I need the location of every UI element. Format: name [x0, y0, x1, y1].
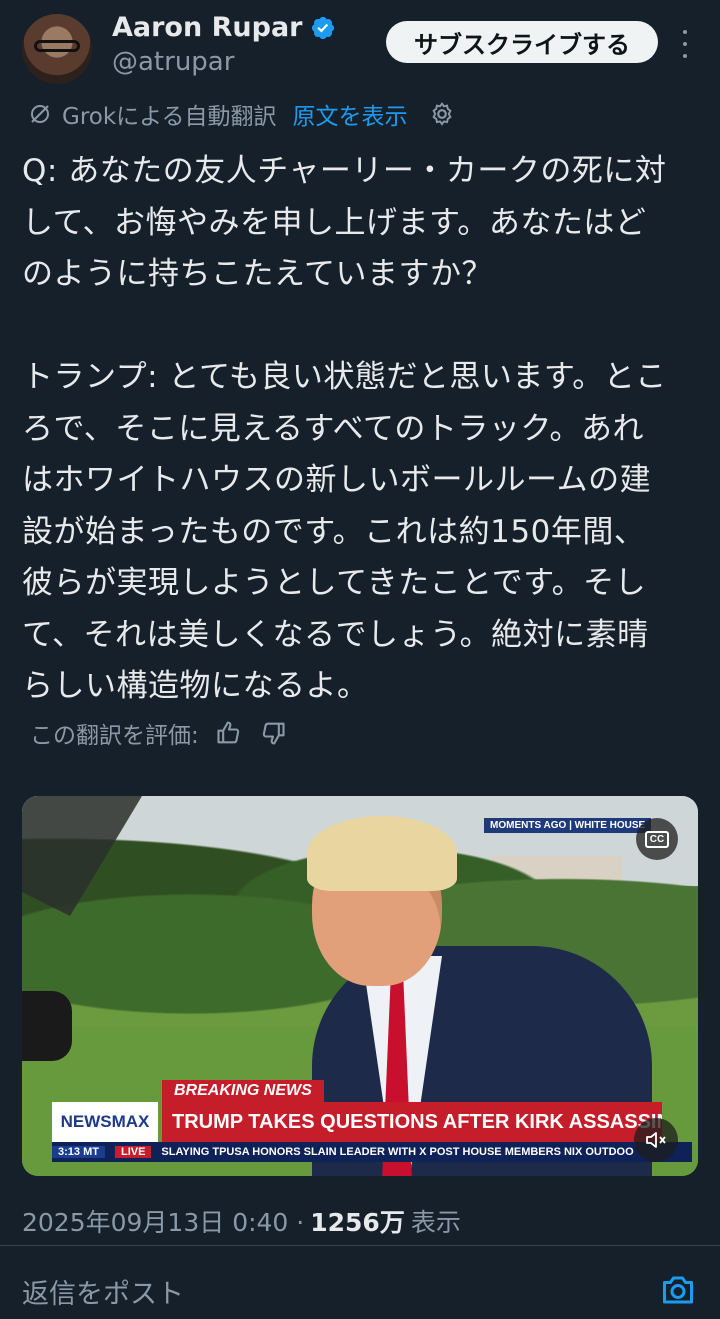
news-headline: TRUMP TAKES QUESTIONS AFTER KIRK ASSASSI…	[162, 1102, 662, 1142]
thumbs-down-icon[interactable]	[259, 719, 287, 747]
video-person-hair	[307, 816, 457, 891]
mute-button[interactable]	[634, 1118, 678, 1162]
divider	[0, 1245, 720, 1246]
tweet-date[interactable]: 2025年09月13日 0:40 ·	[22, 1203, 304, 1239]
video-player[interactable]: MOMENTS AGO | WHITE HOUSE CC BREAKING NE…	[22, 796, 698, 1176]
speaker-muted-icon	[646, 1132, 666, 1148]
avatar-glasses	[34, 40, 80, 52]
more-options-icon[interactable]	[674, 26, 696, 62]
view-count: 1256万	[310, 1208, 405, 1237]
user-name[interactable]: Aaron Rupar	[112, 12, 302, 43]
video-microphone	[22, 991, 72, 1061]
ticker-live: LIVE	[114, 1146, 152, 1158]
user-handle[interactable]: @atrupar	[112, 47, 234, 77]
view-label: 表示	[410, 1208, 461, 1237]
user-name-row[interactable]: Aaron Rupar	[112, 12, 336, 43]
camera-icon[interactable]	[660, 1272, 696, 1308]
grok-icon	[31, 105, 49, 123]
tweet-meta: 2025年09月13日 0:40 · 1256万 表示	[22, 1203, 461, 1239]
rate-label: この翻訳を評価:	[30, 723, 199, 749]
ticker-time: 3:13 MT	[52, 1146, 105, 1158]
reply-input[interactable]: 返信をポスト	[22, 1272, 184, 1311]
moments-ago-tag: MOMENTS AGO | WHITE HOUSE	[484, 818, 652, 833]
tweet-text: Q: あなたの友人チャーリー・カークの死に対 して、お悔やみを申し上げます。あな…	[22, 153, 667, 704]
rate-translation: この翻訳を評価:	[30, 716, 287, 750]
captions-button[interactable]: CC	[636, 818, 678, 860]
avatar[interactable]	[22, 14, 92, 84]
cc-icon: CC	[644, 830, 670, 848]
thumbs-up-icon[interactable]	[215, 719, 243, 747]
translation-label: Grokによる自動翻訳	[62, 104, 277, 130]
breaking-news-banner: BREAKING NEWS	[162, 1080, 324, 1102]
subscribe-button[interactable]: サブスクライブする	[386, 21, 658, 63]
show-original-link[interactable]: 原文を表示	[292, 97, 407, 131]
verified-badge-icon	[312, 16, 335, 39]
ticker-items: SLAYING TPUSA HONORS SLAIN LEADER WITH X…	[161, 1146, 634, 1158]
news-ticker: 3:13 MT LIVE SLAYING TPUSA HONORS SLAIN …	[52, 1142, 692, 1162]
network-logo: NEWSMAX	[52, 1102, 158, 1142]
gear-icon[interactable]	[429, 101, 455, 127]
translation-bar: Grokによる自動翻訳 原文を表示	[28, 96, 455, 132]
